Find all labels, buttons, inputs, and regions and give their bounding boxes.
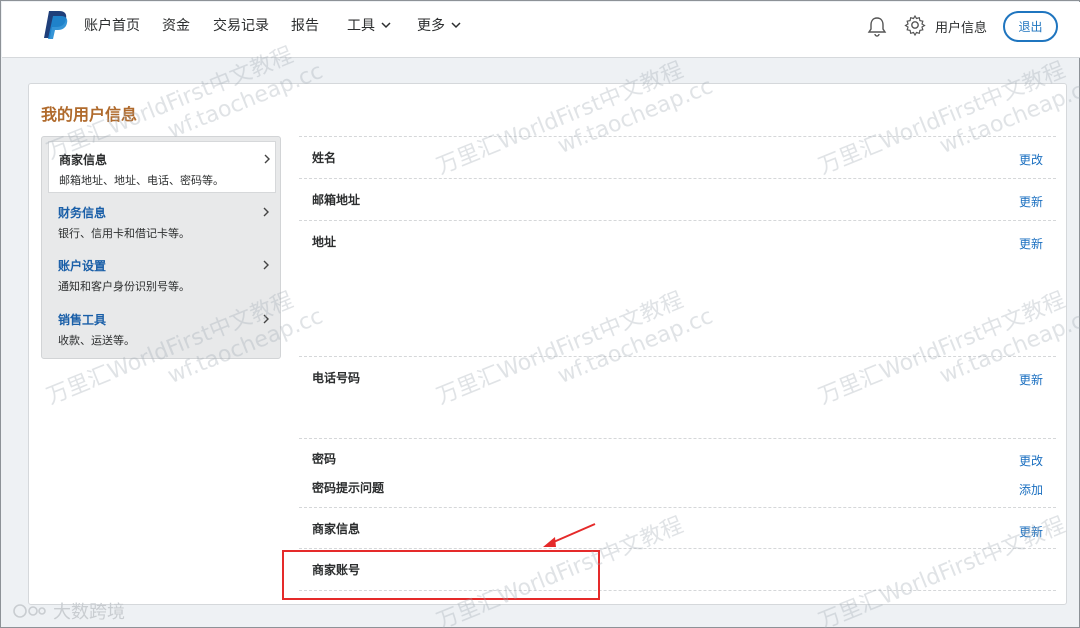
change-name-link[interactable]: 更改 (1019, 151, 1043, 168)
row-divider (299, 136, 1056, 137)
menu-item-title: 销售工具 (58, 313, 107, 327)
paypal-logo-icon[interactable] (42, 10, 68, 40)
nav-item-transactions[interactable]: 交易记录 (213, 15, 269, 35)
row-divider (299, 220, 1056, 221)
row-label-address: 地址 (312, 235, 337, 249)
nav-item-label: 更多 (417, 18, 445, 34)
side-menu-item-financial-info[interactable]: 财务信息 银行、信用卡和借记卡等。 (48, 195, 274, 247)
source-watermark-text: 大数跨境 (53, 602, 125, 623)
row-divider (299, 438, 1056, 439)
side-menu-item-business-info[interactable]: 商家信息 邮箱地址、地址、电话、密码等。 (48, 141, 276, 193)
update-email-link[interactable]: 更新 (1019, 193, 1043, 210)
gear-icon[interactable] (904, 14, 926, 36)
nav-item-tools[interactable]: 工具 (347, 15, 391, 35)
nav-item-label: 报告 (291, 18, 319, 34)
side-menu-item-account-settings[interactable]: 账户设置 通知和客户身份识别号等。 (48, 248, 274, 300)
screenshot-frame: 账户首页 资金 交易记录 报告 工具 更多 用户信息 退出 我的用户信息 商家信… (0, 0, 1080, 628)
row-divider (299, 178, 1056, 179)
row-label-business-info: 商家信息 (312, 522, 361, 536)
highlight-box (282, 550, 600, 600)
add-security-question-link[interactable]: 添加 (1019, 481, 1043, 498)
nav-item-label: 交易记录 (213, 18, 269, 34)
nav-item-label: 工具 (347, 18, 375, 34)
menu-item-desc: 银行、信用卡和借记卡等。 (58, 227, 190, 240)
logout-button[interactable]: 退出 (1003, 11, 1058, 42)
menu-item-title: 商家信息 (59, 153, 108, 167)
row-label-name: 姓名 (312, 151, 337, 165)
menu-item-title: 财务信息 (58, 206, 107, 220)
nav-item-label: 资金 (162, 18, 190, 34)
bell-icon[interactable] (866, 15, 888, 37)
chevron-down-icon (381, 22, 391, 29)
side-menu-item-sales-tools[interactable]: 销售工具 收款、运送等。 (48, 302, 274, 354)
row-label-email: 邮箱地址 (312, 193, 361, 207)
row-label-phone: 电话号码 (312, 371, 361, 385)
change-password-link[interactable]: 更改 (1019, 452, 1043, 469)
nav-item-funds[interactable]: 资金 (162, 15, 190, 35)
nav-item-reports[interactable]: 报告 (291, 15, 319, 35)
menu-item-desc: 通知和客户身份识别号等。 (58, 280, 190, 293)
row-label-password: 密码 (312, 452, 337, 466)
row-divider (299, 548, 1056, 549)
chevron-right-icon (264, 154, 270, 164)
chevron-down-icon (451, 22, 461, 29)
annotation-arrow-icon (543, 523, 596, 547)
page-title: 我的用户信息 (41, 105, 138, 124)
nav-item-account-home[interactable]: 账户首页 (84, 15, 140, 35)
row-divider (299, 507, 1056, 508)
menu-item-title: 账户设置 (58, 259, 107, 273)
update-phone-link[interactable]: 更新 (1019, 371, 1043, 388)
nav-item-label: 账户首页 (84, 18, 140, 34)
update-address-link[interactable]: 更新 (1019, 235, 1043, 252)
chevron-right-icon (263, 314, 269, 324)
menu-item-desc: 收款、运送等。 (58, 334, 135, 347)
side-menu: 商家信息 邮箱地址、地址、电话、密码等。 财务信息 银行、信用卡和借记卡等。 账… (41, 136, 281, 359)
row-label-security-question: 密码提示问题 (312, 481, 385, 495)
update-business-info-link[interactable]: 更新 (1019, 523, 1043, 540)
profile-link[interactable]: 用户信息 (935, 17, 987, 36)
source-watermark: 大数跨境 (11, 598, 125, 624)
nav-item-more[interactable]: 更多 (417, 15, 461, 35)
row-divider (299, 356, 1056, 357)
menu-item-desc: 邮箱地址、地址、电话、密码等。 (59, 174, 224, 187)
chevron-right-icon (263, 207, 269, 217)
top-navigation-bar: 账户首页 资金 交易记录 报告 工具 更多 用户信息 退出 (2, 2, 1080, 58)
source-logo-icon (13, 604, 46, 618)
chevron-right-icon (263, 260, 269, 270)
